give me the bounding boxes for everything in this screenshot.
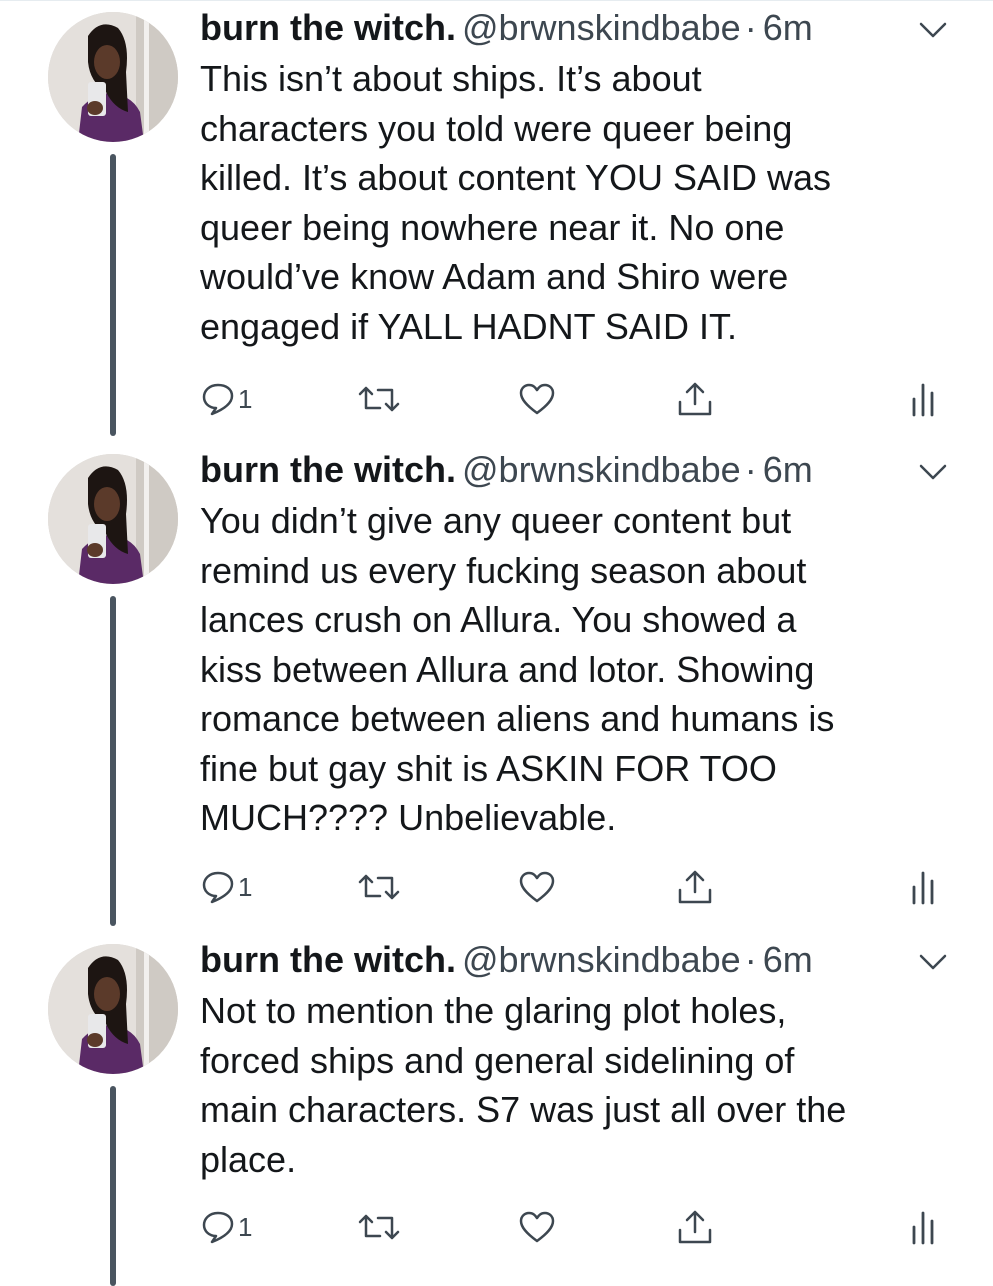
avatar[interactable] <box>48 454 178 584</box>
retweet-button[interactable] <box>356 374 402 424</box>
analytics-icon <box>912 871 934 905</box>
analytics-button[interactable] <box>910 374 936 424</box>
reply-count: 1 <box>238 871 253 902</box>
separator-dot: · <box>744 449 757 490</box>
analytics-button[interactable] <box>910 1202 936 1252</box>
separator-dot: · <box>744 939 757 980</box>
tweet-header: burn the witch. @brwnskindbabe · 6m <box>200 448 940 492</box>
retweet-button[interactable] <box>356 862 402 912</box>
like-button[interactable] <box>518 1202 556 1252</box>
avatar[interactable] <box>48 12 178 142</box>
like-button[interactable] <box>518 374 556 424</box>
handle[interactable]: @brwnskindbabe <box>462 449 741 490</box>
separator-dot: · <box>744 7 757 48</box>
reply-button[interactable]: 1 <box>202 862 252 912</box>
timestamp[interactable]: 6m <box>763 449 813 490</box>
thread-line <box>110 1086 116 1286</box>
reply-icon <box>202 1211 234 1244</box>
analytics-icon <box>912 1211 934 1245</box>
chevron-down-icon[interactable] <box>918 462 948 482</box>
timestamp[interactable]: 6m <box>763 939 813 980</box>
display-name[interactable]: burn the witch. <box>200 7 456 48</box>
tweet-header: burn the witch. @brwnskindbabe · 6m <box>200 938 940 982</box>
chevron-down-icon[interactable] <box>918 952 948 972</box>
retweet-icon <box>358 874 400 900</box>
share-button[interactable] <box>676 374 714 424</box>
share-button[interactable] <box>676 1202 714 1252</box>
tweet[interactable]: burn the witch. @brwnskindbabe · 6m Not to … <box>0 932 993 1286</box>
retweet-icon <box>358 1214 400 1240</box>
heart-icon <box>519 871 555 903</box>
reply-count: 1 <box>238 1211 253 1242</box>
reply-icon <box>202 383 234 416</box>
share-icon <box>678 870 712 904</box>
tweet[interactable]: burn the witch. @brwnskindbabe · 6m This is… <box>0 0 993 440</box>
heart-icon <box>519 1211 555 1243</box>
share-button[interactable] <box>676 862 714 912</box>
tweet-text: Not to mention the glaring plot holes, f… <box>200 990 847 1180</box>
tweet-text: This isn’t about ships. It’s about chara… <box>200 58 831 347</box>
reply-icon <box>202 871 234 904</box>
avatar[interactable] <box>48 944 178 1074</box>
reply-count: 1 <box>238 383 253 414</box>
tweet-actions: 1 <box>0 862 993 912</box>
retweet-button[interactable] <box>356 1202 402 1252</box>
tweet-header: burn the witch. @brwnskindbabe · 6m <box>200 6 940 50</box>
reply-button[interactable]: 1 <box>202 1202 252 1252</box>
analytics-button[interactable] <box>910 862 936 912</box>
handle[interactable]: @brwnskindbabe <box>462 939 741 980</box>
share-icon <box>678 382 712 416</box>
share-icon <box>678 1210 712 1244</box>
reply-button[interactable]: 1 <box>202 374 252 424</box>
handle[interactable]: @brwnskindbabe <box>462 7 741 48</box>
tweet-actions: 1 <box>0 374 993 424</box>
tweet-actions: 1 <box>0 1202 993 1252</box>
analytics-icon <box>912 383 934 417</box>
retweet-icon <box>358 386 400 412</box>
tweet-text: You didn’t give any queer content but re… <box>200 500 835 838</box>
display-name[interactable]: burn the witch. <box>200 939 456 980</box>
display-name[interactable]: burn the witch. <box>200 449 456 490</box>
tweet[interactable]: burn the witch. @brwnskindbabe · 6m You did… <box>0 442 993 930</box>
chevron-down-icon[interactable] <box>918 20 948 40</box>
timestamp[interactable]: 6m <box>763 7 813 48</box>
like-button[interactable] <box>518 862 556 912</box>
heart-icon <box>519 383 555 415</box>
